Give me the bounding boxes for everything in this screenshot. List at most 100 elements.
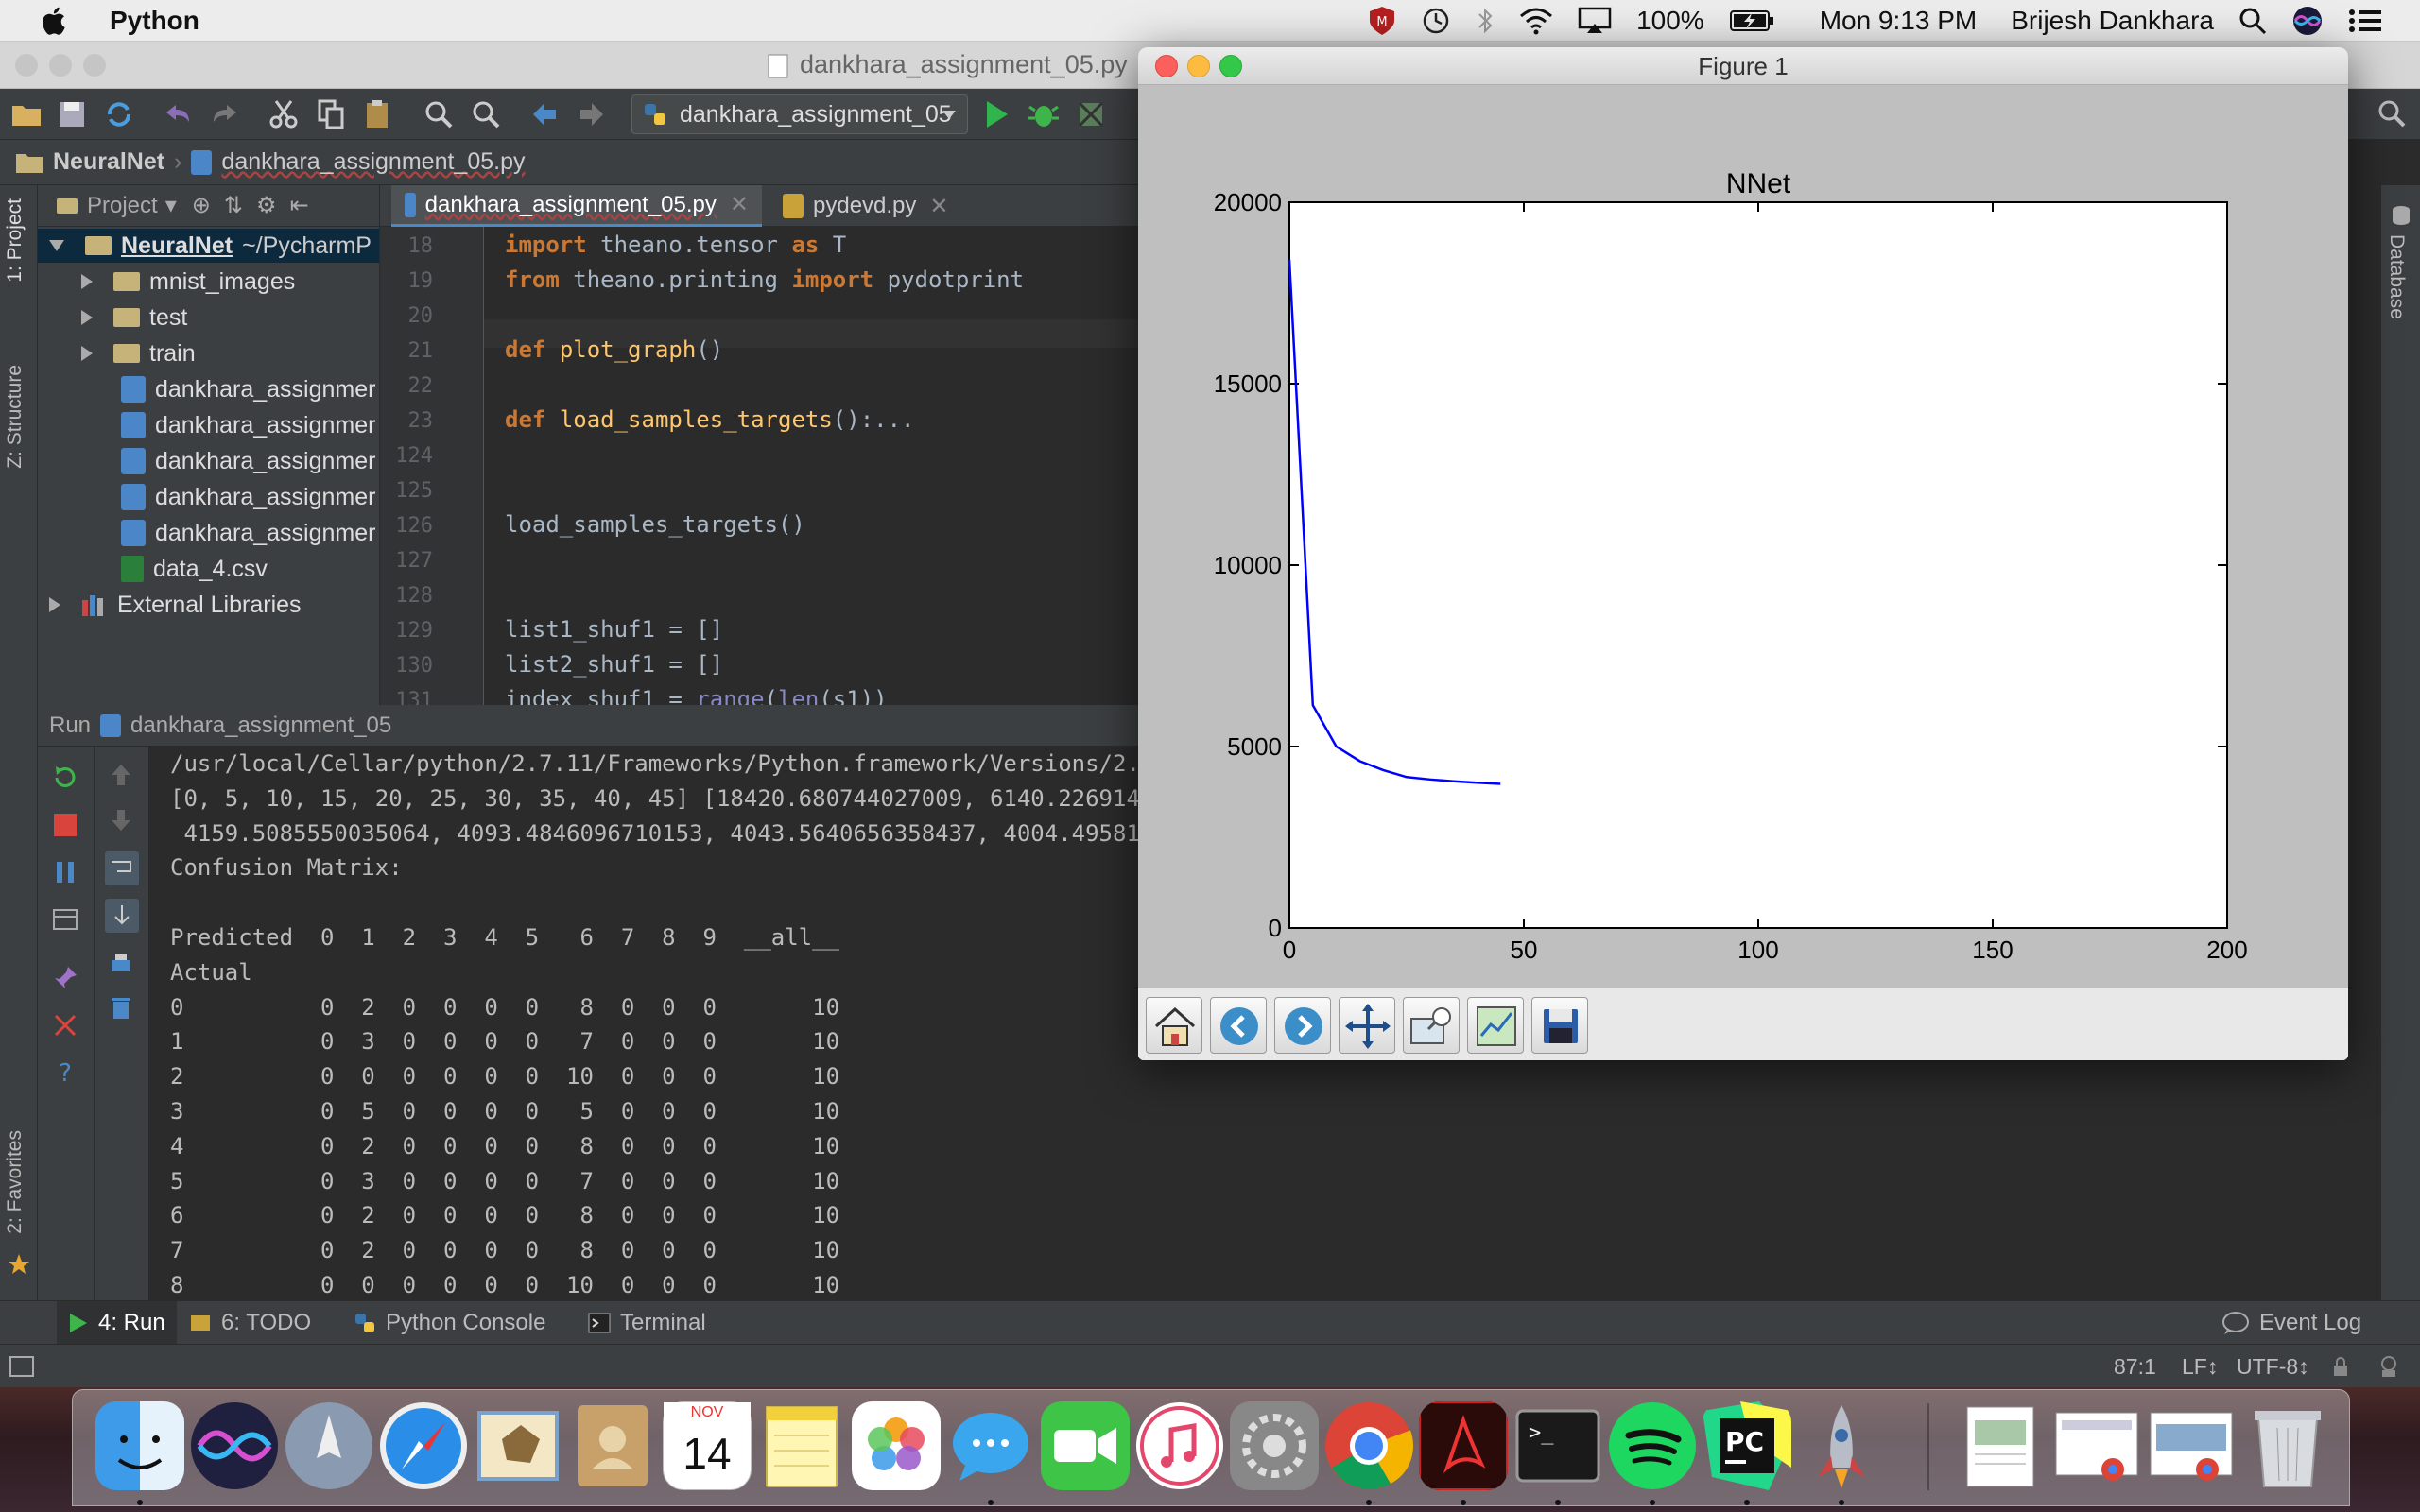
run-configuration-select[interactable]: dankhara_assignment_05 xyxy=(631,94,968,134)
help-icon[interactable]: ? xyxy=(51,1058,79,1087)
copy-icon[interactable] xyxy=(314,97,348,131)
lock-icon[interactable] xyxy=(2331,1356,2350,1377)
pan-button[interactable] xyxy=(1339,997,1395,1054)
pycharm-icon[interactable]: PC xyxy=(1703,1401,1791,1490)
forward-button[interactable] xyxy=(1274,997,1331,1054)
airplay-icon[interactable] xyxy=(1578,7,1612,35)
layout-icon[interactable] xyxy=(51,905,79,934)
messages-icon[interactable] xyxy=(946,1401,1035,1490)
tab-structure[interactable]: Z: Structure xyxy=(4,365,26,469)
time-machine-icon[interactable] xyxy=(1421,6,1451,36)
target-icon[interactable]: ⊕ xyxy=(192,192,211,219)
system-preferences-icon[interactable] xyxy=(1230,1401,1319,1490)
chrome-icon[interactable] xyxy=(1324,1401,1413,1490)
hide-icon[interactable]: ⇤ xyxy=(289,192,308,219)
menubar-clock[interactable]: Mon 9:13 PM xyxy=(1820,6,1978,36)
tree-item-libraries[interactable]: External Libraries xyxy=(49,588,302,622)
tab-favorites[interactable]: 2: Favorites xyxy=(4,1130,26,1234)
pause-icon[interactable] xyxy=(51,858,79,886)
save-button[interactable] xyxy=(1531,997,1588,1054)
chrome-doc-icon[interactable] xyxy=(2052,1401,2141,1490)
itunes-icon[interactable] xyxy=(1135,1401,1224,1490)
trash-icon[interactable] xyxy=(108,994,134,1021)
save-all-icon[interactable] xyxy=(55,97,89,131)
tool-run-button[interactable]: 4: Run xyxy=(57,1301,177,1345)
close-icon[interactable]: ✕ xyxy=(730,191,749,218)
code-editor[interactable]: 1819202122231241251261271281291301311321… xyxy=(380,227,1144,705)
document-icon[interactable] xyxy=(1958,1401,2047,1490)
ide-close-button[interactable] xyxy=(15,54,38,77)
trash-icon[interactable] xyxy=(2243,1401,2332,1490)
file-encoding[interactable]: UTF-8↕ xyxy=(2237,1354,2309,1380)
tree-item-file[interactable]: dankhara_assignmer xyxy=(121,516,375,550)
safari-icon[interactable] xyxy=(379,1401,468,1490)
scroll-to-end-icon[interactable] xyxy=(104,898,140,934)
shield-icon[interactable]: M xyxy=(1368,6,1396,36)
back-button[interactable] xyxy=(1210,997,1267,1054)
chevron-down-icon[interactable]: ▾ xyxy=(165,192,177,219)
facetime-icon[interactable] xyxy=(1041,1401,1130,1490)
tree-item-folder[interactable]: test xyxy=(81,301,187,335)
chrome-doc2-icon[interactable] xyxy=(2147,1401,2236,1490)
battery-icon[interactable] xyxy=(1729,9,1776,33)
rerun-icon[interactable] xyxy=(51,764,79,792)
notification-center-icon[interactable] xyxy=(2348,9,2382,33)
terminal-icon[interactable]: >_ xyxy=(1513,1401,1602,1490)
sync-icon[interactable] xyxy=(102,97,136,131)
coverage-icon[interactable] xyxy=(1074,97,1108,131)
inspector-icon[interactable] xyxy=(2377,1354,2401,1379)
project-view-select[interactable]: Project xyxy=(87,193,158,219)
editor-tab-pydevd[interactable]: pydevd.py ✕ xyxy=(769,185,968,227)
apple-menu-icon[interactable] xyxy=(38,4,72,38)
cursor-position[interactable]: 87:1 xyxy=(2114,1354,2156,1380)
tree-item-root[interactable]: NeuralNet ~/PycharmP xyxy=(38,229,379,263)
stop-icon[interactable] xyxy=(51,811,79,839)
editor-tab-main[interactable]: dankhara_assignment_05.py ✕ xyxy=(391,185,762,227)
down-arrow-icon[interactable] xyxy=(108,807,134,833)
expand-arrow-icon[interactable] xyxy=(49,240,64,251)
menubar-user[interactable]: Brijesh Dankhara xyxy=(2011,6,2214,36)
back-icon[interactable] xyxy=(527,97,562,131)
tree-item-file[interactable]: data_4.csv xyxy=(121,552,268,586)
tab-project[interactable]: 1: Project xyxy=(4,198,26,283)
ide-zoom-button[interactable] xyxy=(83,54,106,77)
figure-zoom-button[interactable] xyxy=(1219,55,1242,77)
close-icon[interactable]: ✕ xyxy=(929,193,948,220)
close-icon[interactable] xyxy=(51,1011,79,1040)
up-arrow-icon[interactable] xyxy=(108,762,134,788)
calendar-icon[interactable]: NOV 14 xyxy=(663,1401,752,1490)
tree-item-folder[interactable]: mnist_images xyxy=(81,265,295,299)
tool-todo-button[interactable]: 6: TODO xyxy=(189,1301,311,1345)
pin-icon[interactable] xyxy=(51,964,79,992)
tool-terminal-button[interactable]: Terminal xyxy=(588,1301,706,1345)
soft-wrap-icon[interactable] xyxy=(104,850,140,886)
spotify-icon[interactable] xyxy=(1608,1401,1697,1490)
figure-canvas[interactable]: NNet 0 50 100 150 200 0 5000 10000 15000 20000 xyxy=(1138,85,2348,987)
search-everywhere-icon[interactable] xyxy=(2375,96,2409,130)
expand-arrow-icon[interactable] xyxy=(81,274,93,289)
home-button[interactable] xyxy=(1146,997,1202,1054)
siri-icon[interactable] xyxy=(2291,5,2324,37)
ide-minimize-button[interactable] xyxy=(49,54,72,77)
tree-item-file[interactable]: dankhara_assignmer xyxy=(121,408,375,442)
rocket-icon[interactable] xyxy=(1797,1401,1886,1490)
subplots-button[interactable] xyxy=(1467,997,1524,1054)
run-icon[interactable] xyxy=(979,97,1013,131)
spotlight-search-icon[interactable] xyxy=(2238,7,2267,35)
notes-icon[interactable] xyxy=(757,1401,846,1490)
collapse-icon[interactable]: ⇅ xyxy=(224,192,243,219)
print-icon[interactable] xyxy=(108,951,134,977)
line-separator[interactable]: LF↕ xyxy=(2182,1354,2218,1380)
photos-icon[interactable] xyxy=(852,1401,941,1490)
bluetooth-icon[interactable] xyxy=(1476,6,1495,36)
breadcrumb-project[interactable]: NeuralNet xyxy=(53,148,164,176)
expand-arrow-icon[interactable] xyxy=(49,597,60,612)
contacts-icon[interactable] xyxy=(568,1401,657,1490)
tab-database[interactable]: Database xyxy=(2385,234,2408,319)
figure-close-button[interactable] xyxy=(1155,55,1178,77)
tree-item-file[interactable]: dankhara_assignmer xyxy=(121,444,375,478)
open-folder-icon[interactable] xyxy=(9,97,43,131)
mail-icon[interactable] xyxy=(474,1401,562,1490)
debug-icon[interactable] xyxy=(1027,97,1061,131)
find-icon[interactable] xyxy=(422,97,456,131)
